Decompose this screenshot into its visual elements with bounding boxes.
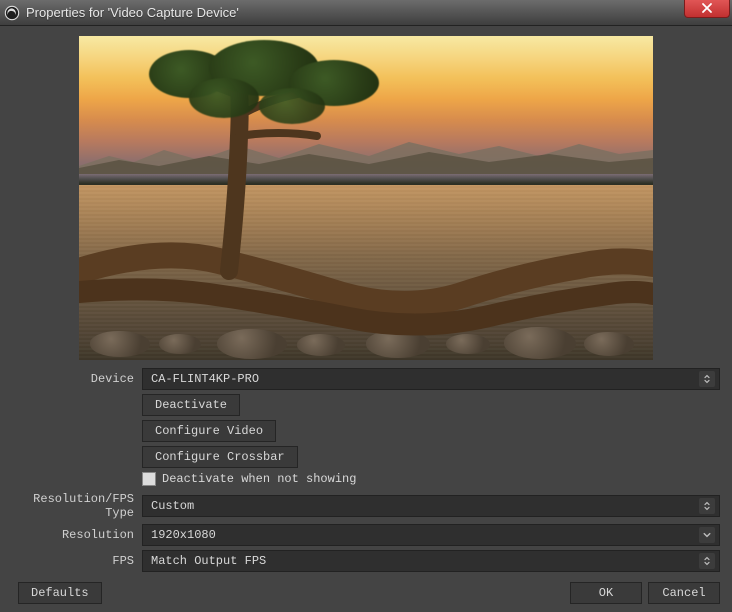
ok-button[interactable]: OK	[570, 582, 642, 604]
window-title: Properties for 'Video Capture Device'	[26, 5, 239, 20]
row-device: Device CA-FLINT4KP-PRO	[12, 368, 720, 390]
preview-wrap	[12, 36, 720, 368]
video-preview	[79, 36, 653, 360]
dialog-footer: Defaults OK Cancel	[12, 574, 720, 604]
close-button[interactable]	[684, 0, 730, 18]
fps-label: FPS	[12, 554, 142, 568]
configure-crossbar-button[interactable]: Configure Crossbar	[142, 446, 298, 468]
deactivate-when-not-showing-checkbox[interactable]	[142, 472, 156, 486]
row-fps: FPS Match Output FPS	[12, 550, 720, 572]
resolution-label: Resolution	[12, 528, 142, 542]
properties-form: Device CA-FLINT4KP-PRO Deactivate Config…	[12, 368, 720, 574]
row-resfps-type: Resolution/FPS Type Custom	[12, 492, 720, 520]
resolution-value: 1920x1080	[151, 528, 216, 542]
dialog-body: Device CA-FLINT4KP-PRO Deactivate Config…	[0, 26, 732, 612]
obs-icon	[4, 5, 20, 21]
deactivate-when-not-showing-label: Deactivate when not showing	[162, 472, 356, 486]
row-deactivate-when-not-showing: Deactivate when not showing	[12, 472, 720, 486]
resfps-type-label: Resolution/FPS Type	[12, 492, 142, 520]
device-label: Device	[12, 372, 142, 386]
updown-icon	[699, 498, 715, 514]
fps-value: Match Output FPS	[151, 554, 266, 568]
resolution-select[interactable]: 1920x1080	[142, 524, 720, 546]
deactivate-button[interactable]: Deactivate	[142, 394, 240, 416]
titlebar: Properties for 'Video Capture Device'	[0, 0, 732, 26]
configure-video-button[interactable]: Configure Video	[142, 420, 276, 442]
cancel-button[interactable]: Cancel	[648, 582, 720, 604]
resfps-type-select[interactable]: Custom	[142, 495, 720, 517]
chevron-down-icon	[699, 527, 715, 543]
row-resolution: Resolution 1920x1080	[12, 524, 720, 546]
updown-icon	[699, 553, 715, 569]
resfps-type-value: Custom	[151, 499, 194, 513]
defaults-button[interactable]: Defaults	[18, 582, 102, 604]
device-value: CA-FLINT4KP-PRO	[151, 372, 259, 386]
device-select[interactable]: CA-FLINT4KP-PRO	[142, 368, 720, 390]
fps-select[interactable]: Match Output FPS	[142, 550, 720, 572]
updown-icon	[699, 371, 715, 387]
